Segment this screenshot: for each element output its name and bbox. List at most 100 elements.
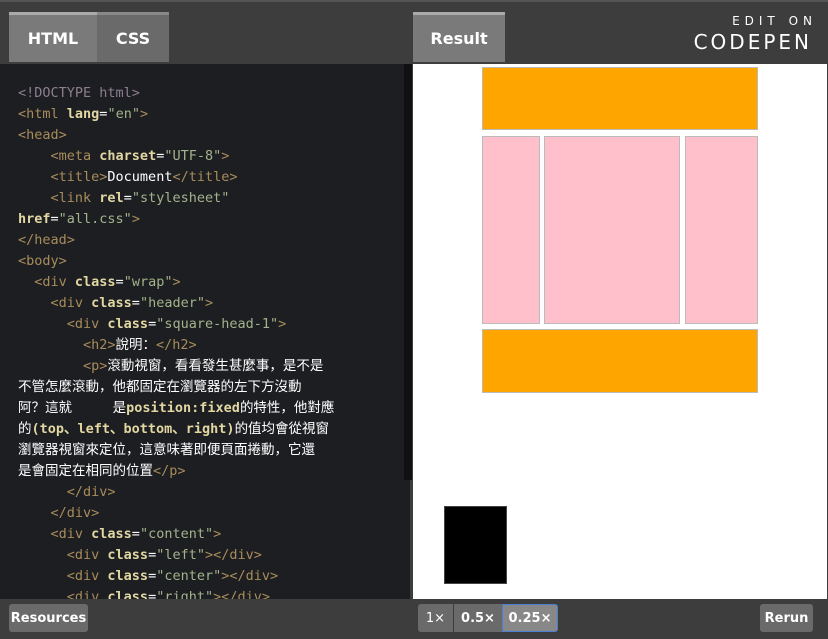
code-line: 的(top、left、bottom、right)的值均會從視窗 — [18, 419, 329, 440]
code-token: <div — [50, 526, 92, 542]
html-code-editor[interactable]: <!DOCTYPE html> <html lang="en"> <head> <m… — [0, 64, 410, 599]
code-line: <head> — [18, 125, 67, 146]
zoom-0.5x-button[interactable]: 0.5× — [454, 604, 502, 632]
code-line: </head> — [18, 230, 75, 251]
code-line: <!DOCTYPE html> — [18, 83, 140, 104]
tab-result[interactable]: Result — [413, 12, 505, 62]
code-token: class — [91, 526, 132, 542]
codepen-logo[interactable]: EDIT ON CODEPEN — [694, 14, 812, 54]
code-line: <title>Document</title> — [18, 167, 238, 188]
code-token: > — [278, 316, 287, 332]
code-token: = — [131, 526, 140, 542]
tab-css[interactable]: CSS — [97, 12, 169, 62]
code-token: </p> — [153, 463, 186, 479]
preview-header-box — [482, 67, 758, 130]
editor-scrollbar[interactable] — [404, 64, 412, 480]
code-line: <html lang="en"> — [18, 104, 148, 125]
code-token: 的 — [18, 421, 32, 437]
code-line: <meta charset="UTF-8"> — [18, 146, 230, 167]
code-token: 的特性，他對應 — [239, 400, 335, 416]
code-token: 說明： — [115, 337, 157, 353]
code-line: 阿？這就 是position:fixed的特性，他對應 — [18, 398, 334, 419]
code-line: <div class="right"></div> — [18, 587, 270, 599]
code-token: <div — [66, 316, 108, 332]
code-line: 不管怎麼滾動，他都固定在瀏覽器的左下方沒動 — [18, 377, 302, 398]
code-line: 瀏覽器視窗來定位，這意味著即便頁面捲動，它還 — [18, 440, 315, 461]
code-token: <meta — [50, 148, 100, 164]
code-line: 是會固定在相同的位置</p> — [18, 461, 186, 482]
code-line: <div class="content"> — [18, 524, 222, 545]
code-token: = — [131, 295, 140, 311]
code-token: <div — [34, 274, 75, 290]
code-token: class — [91, 295, 132, 311]
code-token: > — [131, 211, 140, 227]
code-token: <div — [66, 568, 108, 584]
tab-html[interactable]: HTML — [9, 12, 97, 62]
code-token: "square-head-1" — [156, 316, 279, 332]
code-line: <div class="square-head-1"> — [18, 314, 286, 335]
resources-button[interactable]: Resources — [9, 604, 88, 632]
zoom-1x-button[interactable]: 1× — [418, 604, 453, 632]
code-token: = — [148, 547, 157, 563]
code-token: "header" — [139, 295, 205, 311]
rerun-button[interactable]: Rerun — [760, 604, 813, 632]
code-token: <div — [66, 589, 108, 599]
code-line: <div class="center"></div> — [18, 566, 278, 587]
code-line: </div> — [18, 503, 100, 524]
code-line: </div> — [18, 482, 116, 503]
code-line: <body> — [18, 251, 67, 272]
code-token: <html — [18, 106, 67, 122]
fixed-square-thumbnail — [444, 506, 507, 584]
code-token: > — [204, 295, 214, 311]
code-token: <!DOCTYPE html> — [18, 85, 140, 101]
code-token: = — [148, 568, 157, 584]
code-line: href="all.css"> — [18, 209, 140, 230]
code-token: 滾動視窗，看看發生甚麼事，是不是 — [107, 358, 324, 374]
code-token: class — [107, 316, 149, 332]
code-line: <div class="header"> — [18, 293, 214, 314]
code-token: = — [115, 274, 124, 290]
code-line: <link rel="stylesheet" — [18, 188, 230, 209]
codepen-wordmark: CODEPEN — [693, 30, 812, 54]
code-token: lang — [66, 106, 100, 122]
code-token: <h2> — [83, 337, 116, 353]
code-token: class — [107, 589, 149, 599]
code-token: </title> — [172, 169, 238, 185]
code-token: ></div> — [221, 568, 279, 584]
code-token: "center" — [156, 568, 222, 584]
zoom-0.25x-button[interactable]: 0.25× — [502, 604, 558, 632]
code-token: > — [139, 106, 149, 122]
code-token: position:fixed — [126, 400, 240, 416]
preview-footer-box — [482, 329, 758, 393]
code-line: <div class="left"></div> — [18, 545, 262, 566]
code-token: "en" — [107, 106, 140, 122]
code-token: > — [221, 148, 230, 164]
code-token: <title> — [50, 169, 108, 185]
code-token: "all.css" — [58, 211, 132, 227]
code-token: class — [74, 274, 116, 290]
code-line: <div class="wrap"> — [18, 272, 180, 293]
code-token: rel — [99, 190, 124, 206]
code-token: "right" — [156, 589, 214, 599]
code-token: class — [107, 568, 149, 584]
code-token: <div — [66, 547, 108, 563]
code-token: href — [18, 211, 51, 227]
code-token: ></div> — [204, 547, 262, 563]
code-token: </div> — [66, 484, 116, 500]
code-token: 阿？這就 是 — [18, 400, 127, 416]
code-token: <link — [50, 190, 100, 206]
code-token: 不管怎麼滾動，他都固定在瀏覽器的左下方沒動 — [18, 379, 302, 395]
code-token: ></div> — [213, 589, 271, 599]
code-token: = — [123, 190, 132, 206]
code-token: "left" — [156, 547, 205, 563]
preview-left-box — [482, 136, 540, 324]
